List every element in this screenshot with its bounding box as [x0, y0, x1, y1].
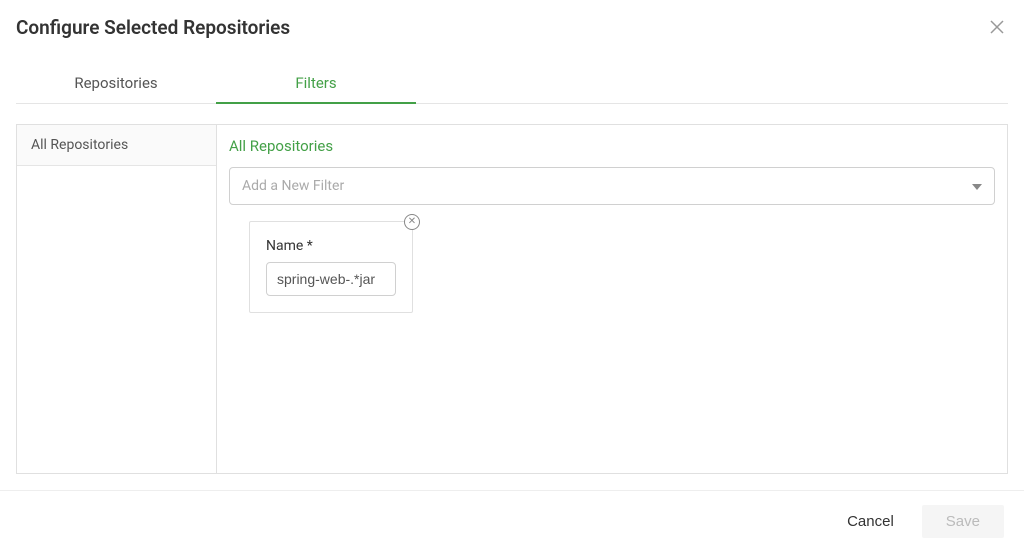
- tabs: Repositories Filters: [16, 64, 1008, 104]
- right-panel-title: All Repositories: [229, 137, 995, 155]
- close-button[interactable]: [986, 16, 1008, 40]
- sidebar-item-all-repositories[interactable]: All Repositories: [17, 125, 216, 166]
- cancel-button[interactable]: Cancel: [835, 505, 906, 538]
- filter-name-label: Name *: [266, 238, 396, 254]
- tab-repositories[interactable]: Repositories: [16, 64, 216, 104]
- content-box: All Repositories All Repositories Add a …: [16, 124, 1008, 474]
- close-icon: [990, 22, 1004, 37]
- right-panel: All Repositories Add a New Filter ✕ Name…: [217, 125, 1007, 473]
- add-filter-dropdown[interactable]: Add a New Filter: [229, 167, 995, 205]
- configure-repositories-dialog: Configure Selected Repositories Reposito…: [0, 0, 1024, 552]
- save-button[interactable]: Save: [922, 505, 1004, 538]
- dialog-footer: Cancel Save: [0, 490, 1024, 552]
- filter-name-input[interactable]: [266, 262, 396, 296]
- dialog-header: Configure Selected Repositories: [16, 16, 1008, 40]
- filter-card-name: ✕ Name *: [249, 221, 413, 313]
- dialog-title: Configure Selected Repositories: [16, 16, 290, 39]
- dropdown-placeholder: Add a New Filter: [242, 178, 344, 194]
- tab-filters[interactable]: Filters: [216, 64, 416, 104]
- left-panel: All Repositories: [17, 125, 217, 473]
- chevron-down-icon: [972, 178, 982, 194]
- close-icon: ✕: [408, 217, 416, 227]
- remove-filter-button[interactable]: ✕: [404, 214, 420, 230]
